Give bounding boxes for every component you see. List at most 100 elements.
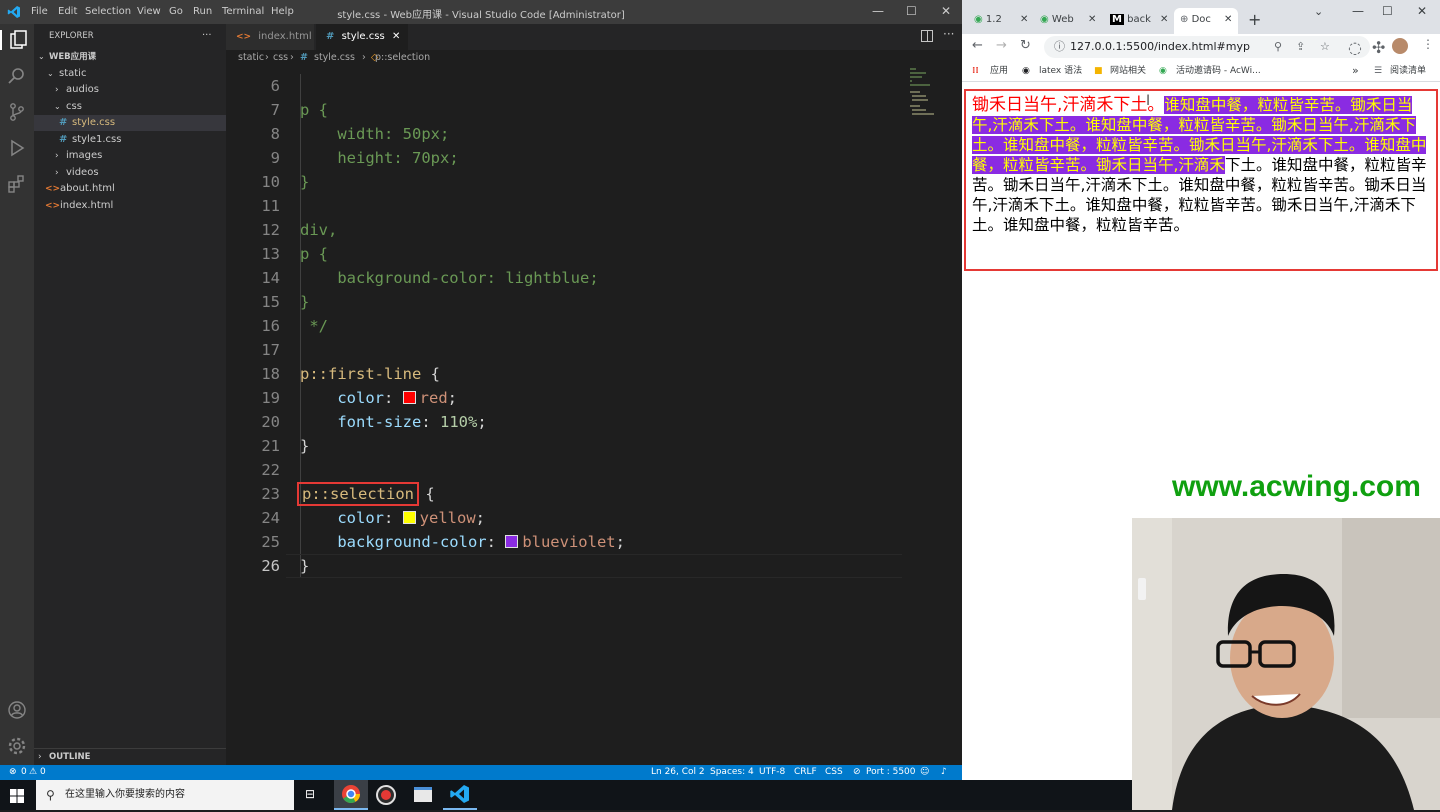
bookmark-folder[interactable]: 网站相关 — [1110, 60, 1146, 82]
chrome-taskbar-icon[interactable] — [334, 780, 368, 810]
tree-item-index-html[interactable]: <> index.html — [34, 198, 226, 214]
maximize-icon[interactable]: ☐ — [1382, 4, 1393, 18]
taskbar-search[interactable]: ⚲ 在这里输入你要搜索的内容 — [36, 780, 294, 810]
browser-tab[interactable]: M back ✕ — [1110, 8, 1174, 34]
breadcrumb-item[interactable]: static — [238, 50, 264, 66]
cursor-position[interactable]: Ln 26, Col 2 — [651, 765, 705, 780]
tab-index-html[interactable]: <> index.html — [226, 24, 314, 50]
tree-item-style-css[interactable]: # style.css — [34, 115, 226, 131]
paragraph[interactable]: 锄禾日当午,汗滴禾下土。谁知盘中餐，粒粒皆辛苦。锄禾日当午,汗滴禾下土。谁知盘中… — [972, 95, 1430, 235]
tree-item-images[interactable]: › images — [34, 148, 226, 164]
tree-item-videos[interactable]: › videos — [34, 165, 226, 181]
language-mode[interactable]: CSS — [825, 765, 843, 780]
avatar[interactable] — [1392, 38, 1408, 54]
apps-icon[interactable]: ⁞⁞ — [972, 60, 979, 82]
vscode-taskbar-icon[interactable] — [443, 780, 477, 810]
address-bar[interactable]: ⓘ 127.0.0.1:5500/index.html#myp ⚲ ⇪ ☆ — [1044, 36, 1370, 58]
vscode-window: File Edit Selection View Go Run Terminal… — [0, 0, 962, 780]
close-tab-icon[interactable]: ✕ — [1020, 8, 1028, 32]
info-icon[interactable]: ⓘ — [1054, 36, 1065, 58]
tree-item-css[interactable]: ⌄ css — [34, 99, 226, 115]
minimize-icon[interactable]: — — [1352, 4, 1364, 18]
line-number: 23 — [261, 485, 280, 503]
close-icon[interactable]: ✕ — [1417, 4, 1427, 18]
broadcast-icon[interactable]: ⊘ — [853, 765, 861, 780]
task-view-icon[interactable]: ⊟ — [305, 787, 315, 801]
code-editor[interactable]: 6 7 8 9 10 11 12 13 14 15 16 17 18 19 20… — [226, 66, 962, 765]
chevron-right-icon[interactable]: » — [1352, 60, 1359, 82]
taskbar: ⚲ 在这里输入你要搜索的内容 ⊟ — [0, 780, 1132, 810]
line-number: 16 — [261, 317, 280, 335]
tree-item-about-html[interactable]: <> about.html — [34, 181, 226, 197]
close-icon[interactable]: ✕ — [941, 4, 951, 18]
browser-tab[interactable]: ◉ Web ✕ — [1040, 8, 1102, 34]
tree-item-static[interactable]: ⌄ static — [34, 66, 226, 82]
outline-section[interactable]: › OUTLINE — [34, 748, 226, 764]
windows-start-icon[interactable] — [10, 788, 24, 803]
recorder-icon[interactable] — [376, 785, 396, 805]
breadcrumb-item[interactable]: css — [273, 50, 288, 66]
close-tab-icon[interactable]: ✕ — [1088, 8, 1096, 32]
bookmark-apps[interactable]: 应用 — [990, 60, 1008, 82]
error-count[interactable]: 0 — [21, 765, 27, 780]
color-swatch[interactable] — [402, 511, 416, 524]
puzzle-icon[interactable]: ✣ — [1372, 38, 1385, 57]
bookmark-latex[interactable]: latex 语法 — [1039, 60, 1082, 82]
zoom-icon[interactable]: ⚲ — [1274, 36, 1282, 58]
project-root[interactable]: ⌄ WEB应用课 — [34, 49, 226, 65]
app-window-icon[interactable] — [414, 787, 432, 802]
tree-item-style1-css[interactable]: # style1.css — [34, 132, 226, 148]
code-token: height — [300, 149, 394, 167]
warning-icon[interactable]: ⚠ — [29, 765, 37, 780]
code-token: { — [309, 101, 329, 119]
breadcrumb-item[interactable]: p::selection — [375, 50, 430, 66]
maximize-icon[interactable]: ☐ — [906, 4, 917, 18]
breadcrumb: static › css › # style.css › ◇ p::select… — [226, 50, 962, 66]
new-tab-icon[interactable]: + — [1248, 10, 1261, 29]
url-text[interactable]: 127.0.0.1:5500/index.html#myp — [1070, 36, 1250, 58]
breadcrumb-item[interactable]: style.css — [314, 50, 355, 66]
tree-item-audios[interactable]: › audios — [34, 82, 226, 98]
feedback-icon[interactable]: ☺ — [920, 765, 929, 780]
run-debug-icon[interactable] — [7, 138, 27, 158]
encoding[interactable]: UTF-8 — [759, 765, 785, 780]
more-actions-icon[interactable]: ··· — [943, 27, 954, 41]
source-control-icon[interactable] — [7, 102, 27, 122]
star-icon[interactable]: ☆ — [1320, 36, 1330, 58]
back-icon[interactable]: ← — [972, 38, 983, 53]
split-editor-icon[interactable] — [921, 30, 933, 42]
indentation[interactable]: Spaces: 4 — [710, 765, 754, 780]
close-tab-icon[interactable]: ✕ — [1224, 8, 1232, 32]
browser-tab-active[interactable]: ⊕ Doc ✕ — [1174, 8, 1238, 34]
code-token: 70px — [412, 149, 450, 167]
extension-icon[interactable]: ◌ — [1348, 38, 1362, 57]
account-icon[interactable] — [7, 700, 27, 720]
explorer-icon[interactable] — [0, 30, 34, 50]
more-actions-icon[interactable]: ··· — [202, 28, 212, 44]
tab-style-css[interactable]: # style.css ✕ — [316, 24, 408, 50]
bell-icon[interactable]: ♪ — [941, 765, 947, 780]
color-swatch[interactable] — [505, 535, 519, 548]
search-icon[interactable] — [7, 66, 27, 86]
line-ending[interactable]: CRLF — [794, 765, 817, 780]
kebab-menu-icon[interactable]: ⋮ — [1422, 37, 1434, 51]
live-server-port[interactable]: Port : 5500 — [866, 765, 916, 780]
reading-list[interactable]: 阅读清单 — [1390, 60, 1426, 82]
chevron-down-icon[interactable]: ⌄ — [1314, 5, 1323, 18]
minimap[interactable] — [908, 66, 954, 116]
bookmark-acwing[interactable]: 活动邀请码 - AcWi... — [1176, 60, 1261, 82]
code-line: background-color: blueviolet; — [300, 533, 625, 551]
forward-icon[interactable]: → — [996, 38, 1007, 53]
close-tab-icon[interactable]: ✕ — [1160, 8, 1168, 32]
extensions-icon[interactable] — [7, 174, 27, 194]
warning-count[interactable]: 0 — [40, 765, 46, 780]
color-swatch[interactable] — [402, 391, 416, 404]
gear-icon[interactable] — [7, 736, 27, 756]
tree-item-label: audios — [66, 84, 99, 95]
close-tab-icon[interactable]: ✕ — [392, 24, 400, 50]
reload-icon[interactable]: ↻ — [1020, 38, 1031, 53]
browser-tab[interactable]: ◉ 1.2 ✕ — [974, 8, 1034, 34]
share-icon[interactable]: ⇪ — [1296, 36, 1305, 58]
error-icon[interactable]: ⊗ — [9, 765, 17, 780]
minimize-icon[interactable]: — — [872, 4, 884, 18]
